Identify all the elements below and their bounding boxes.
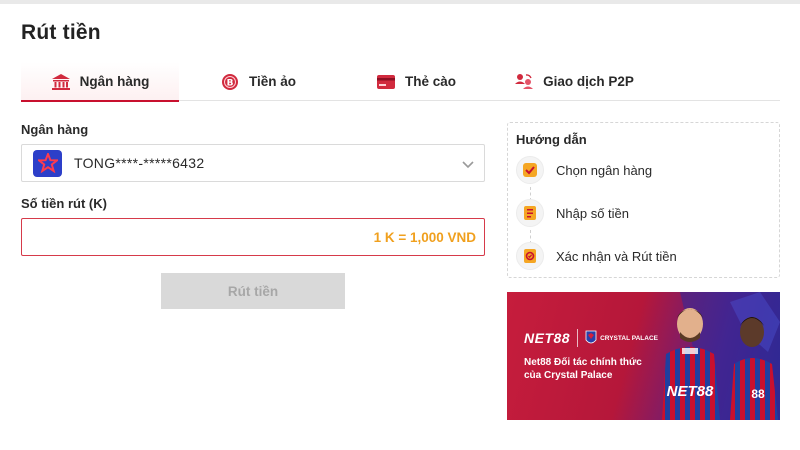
bank-icon <box>51 72 71 92</box>
check-icon <box>516 156 544 184</box>
bank-selected-value: TONG****-*****6432 <box>74 155 205 171</box>
guide-step: Chọn ngân hàng <box>516 156 652 184</box>
svg-text:B: B <box>227 78 234 88</box>
page-title: Rút tiền <box>21 21 101 44</box>
confirm-icon <box>516 242 544 270</box>
bank-field-label: Ngân hàng <box>21 122 89 137</box>
amount-field: 1 K = 1,000 VND <box>21 218 485 256</box>
guide-title: Hướng dẫn <box>516 132 587 147</box>
jersey-number: 88 <box>751 387 765 401</box>
net88-logo: NET88 <box>524 330 571 346</box>
logo-divider <box>577 329 579 347</box>
tab-p2p[interactable]: Giao dịch P2P <box>495 62 653 101</box>
tab-label: Giao dịch P2P <box>543 74 634 89</box>
players-image: NET88 88 <box>662 292 780 420</box>
amount-field-label: Số tiền rút (K) <box>21 196 107 211</box>
partner-banner[interactable]: NET88 CRYSTAL PALACE Net88 Đối tác chính… <box>507 292 780 420</box>
p2p-users-icon <box>514 72 534 92</box>
tab-label: Tiền ảo <box>248 74 296 89</box>
jersey-text: NET88 <box>667 383 714 400</box>
guide-step: Nhập số tiền <box>516 199 629 227</box>
banner-tagline: Net88 Đối tác chính thức của Crystal Pal… <box>524 357 642 381</box>
tab-scratch-card[interactable]: Thẻ cào <box>337 62 495 101</box>
guide-panel: Hướng dẫn Chọn ngân hàng Nhập số tiền Xá… <box>507 122 780 278</box>
form-icon <box>516 199 544 227</box>
tab-label: Thẻ cào <box>404 74 456 89</box>
crypto-coin-icon: B <box>220 72 240 92</box>
guide-step-label: Chọn ngân hàng <box>556 162 653 178</box>
withdraw-button[interactable]: Rút tiền <box>161 273 345 309</box>
guide-step-label: Nhập số tiền <box>556 205 629 221</box>
exchange-rate-text: 1 K = 1,000 VND <box>373 230 476 245</box>
chevron-down-icon <box>462 161 474 169</box>
banner-logos: NET88 CRYSTAL PALACE <box>524 329 658 347</box>
amount-input[interactable] <box>32 219 332 255</box>
card-icon <box>376 72 396 92</box>
guide-step-label: Xác nhận và Rút tiền <box>556 248 677 264</box>
bank-logo-icon <box>33 149 62 177</box>
bank-select[interactable]: TONG****-*****6432 <box>21 144 485 182</box>
eagle-crest-icon <box>585 330 597 344</box>
guide-step: Xác nhận và Rút tiền <box>516 242 677 270</box>
top-bar <box>0 0 800 4</box>
tab-label: Ngân hàng <box>79 74 150 89</box>
tab-crypto[interactable]: B Tiền ảo <box>179 62 337 101</box>
withdraw-method-tabs: Ngân hàng B Tiền ảo Thẻ cào Giao dịch P2… <box>21 62 780 102</box>
tab-bank[interactable]: Ngân hàng <box>21 62 179 102</box>
